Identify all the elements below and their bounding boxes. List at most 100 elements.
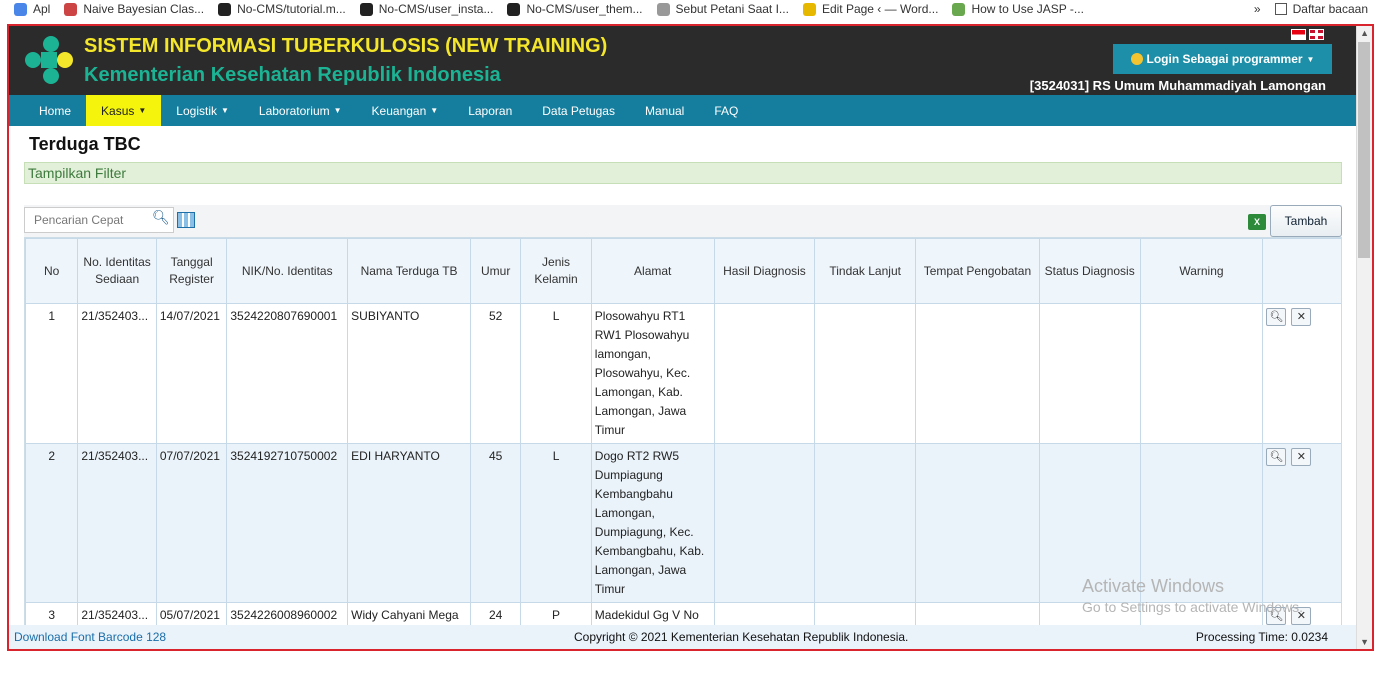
scroll-down-icon[interactable]: ▼ [1360,637,1369,647]
cell-actions: 🔍︎ ✕ [1262,303,1341,444]
cell-address: Madekidul Gg V No [590,602,715,626]
login-button[interactable]: Login Sebagai programmer ▼ [1113,44,1332,74]
cell-id: 21/352403... [77,602,157,626]
hospital-name: [3524031] RS Umum Muhammadiyah Lamongan [1029,78,1326,93]
column-header[interactable]: Tempat Pengobatan [915,238,1040,304]
nav-item-manual[interactable]: Manual [630,95,699,126]
cell-address: Dogo RT2 RW5 Dumpiagung Kembangbahu Lamo… [590,443,715,603]
cell-date: 05/07/2021 [155,602,228,626]
scroll-up-icon[interactable]: ▲ [1360,28,1369,38]
columns-icon[interactable] [177,212,195,228]
bookmark-item[interactable]: Edit Page ‹ — Word... [802,2,939,16]
bookmark-icon [952,2,966,16]
cell-empty [915,443,1040,603]
column-header[interactable]: Jenis Kelamin [520,238,592,304]
bookmark-label: No-CMS/tutorial.m... [237,2,346,16]
cell-nik: 3524220807690001 [226,303,349,444]
table-row[interactable]: 1 21/352403... 14/07/2021 3524220807690001 S… [25,303,1341,444]
data-grid: No No. Identitas Sediaan Tanggal Register N… [24,237,1342,627]
page-footer: Download Font Barcode 128 Copyright © 20… [9,625,1358,649]
nav-item-data-petugas[interactable]: Data Petugas [527,95,630,126]
cell-age: 45 [469,443,522,603]
column-header[interactable]: Status Diagnosis [1038,238,1141,304]
column-header[interactable]: Warning [1139,238,1264,304]
column-header[interactable]: Alamat [590,238,715,304]
bookmark-item[interactable]: Naive Bayesian Clas... [64,2,204,16]
bookmark-icon [14,2,27,16]
cell-empty [814,443,916,603]
cell-nik: 3524192710750002 [226,443,349,603]
column-header[interactable]: No [25,238,79,304]
search-icon[interactable]: 🔍︎ [152,209,170,226]
view-icon[interactable]: 🔍︎ [1266,308,1287,326]
nav-item-label: Laporan [468,103,513,118]
nav-item-home[interactable]: Home [24,95,86,126]
add-button[interactable]: Tambah [1270,205,1342,237]
column-header[interactable]: Nama Terduga TB [347,238,471,304]
user-icon [1130,53,1143,65]
language-flags [1291,29,1324,40]
bookmark-item[interactable]: No-CMS/user_them... [507,2,643,16]
chevron-down-icon: ▼ [1306,54,1315,64]
grid-toolbar: Pencarian Cepat 🔍︎ X Tambah [24,205,1342,237]
column-header[interactable]: Hasil Diagnosis [713,238,816,304]
column-header[interactable]: Umur [469,238,522,304]
bookmark-icon [802,2,816,16]
chevron-down-icon: ▼ [430,106,439,115]
nav-item-keuangan[interactable]: Keuangan ▼ [357,95,454,126]
column-header[interactable] [1262,238,1341,304]
bookmark-label: Apl [33,2,51,16]
bookmark-list: Apl Naive Bayesian Clas... No-CMS/tutorial… [0,2,1084,16]
delete-icon[interactable]: ✕ [1291,308,1312,326]
bookmark-icon [507,2,521,16]
nav-item-laporan[interactable]: Laporan [453,95,527,126]
row-actions: 🔍︎ ✕ [1266,307,1339,326]
bookmark-item[interactable]: No-CMS/tutorial.m... [218,2,346,16]
delete-icon[interactable]: ✕ [1291,448,1312,466]
bookmark-label: How to Use JASP -... [971,2,1084,16]
chevron-down-icon: ▼ [220,106,229,115]
download-font-link[interactable]: Download Font Barcode 128 [14,630,166,644]
bookmark-icon [64,2,78,16]
bookmark-label: Sebut Petani Saat I... [675,2,789,16]
nav-item-label: Manual [644,103,685,118]
cell-empty [713,602,816,626]
table-header-row: No No. Identitas Sediaan Tanggal Register N… [25,238,1341,304]
nav-item-logistik[interactable]: Logistik ▼ [161,95,244,126]
scroll-thumb[interactable] [1358,42,1370,258]
filter-toggle[interactable]: Tampilkan Filter [24,162,1342,184]
cell-age: 52 [469,303,522,444]
cell-sex: L [520,443,592,603]
bookmark-item[interactable]: No-CMS/user_insta... [359,2,493,16]
column-header[interactable]: Tindak Lanjut [814,238,916,304]
nav-item-laboratorium[interactable]: Laboratorium ▼ [244,95,357,126]
cell-age: 24 [469,602,522,626]
view-icon[interactable]: 🔍︎ [1266,448,1287,466]
cell-name: SUBIYANTO [347,303,471,444]
taskbar-strip [0,651,1382,675]
nav-item-kasus[interactable]: Kasus ▼ [86,95,162,126]
reading-list[interactable]: Daftar bacaan [1274,2,1368,16]
column-header[interactable]: Tanggal Register [155,238,228,304]
cell-no: 1 [25,303,79,444]
nav-item-label: FAQ [714,103,739,118]
nav-item-label: Kasus [101,103,135,118]
bookmark-label: Edit Page ‹ — Word... [821,2,939,16]
cell-empty [814,303,916,444]
bookmark-icon [656,2,670,16]
nav-item-faq[interactable]: FAQ [699,95,753,126]
nav-item-label: Logistik [176,103,217,118]
windows-watermark: Activate Windows [1082,576,1225,596]
cell-empty [1139,303,1264,444]
bookmark-item[interactable]: Sebut Petani Saat I... [656,2,789,16]
flag-id-icon[interactable] [1291,29,1306,40]
bookmarks-more[interactable]: » [1254,2,1261,16]
bookmark-icon [218,2,232,16]
column-header[interactable]: NIK/No. Identitas [226,238,349,304]
excel-export-icon[interactable]: X [1248,214,1266,230]
column-header[interactable]: No. Identitas Sediaan [77,238,157,304]
flag-en-icon[interactable] [1309,29,1324,40]
page-scrollbar[interactable]: ▲ ▼ [1356,26,1372,649]
bookmark-item[interactable]: Apl [14,2,50,16]
bookmark-item[interactable]: How to Use JASP -... [952,2,1084,16]
